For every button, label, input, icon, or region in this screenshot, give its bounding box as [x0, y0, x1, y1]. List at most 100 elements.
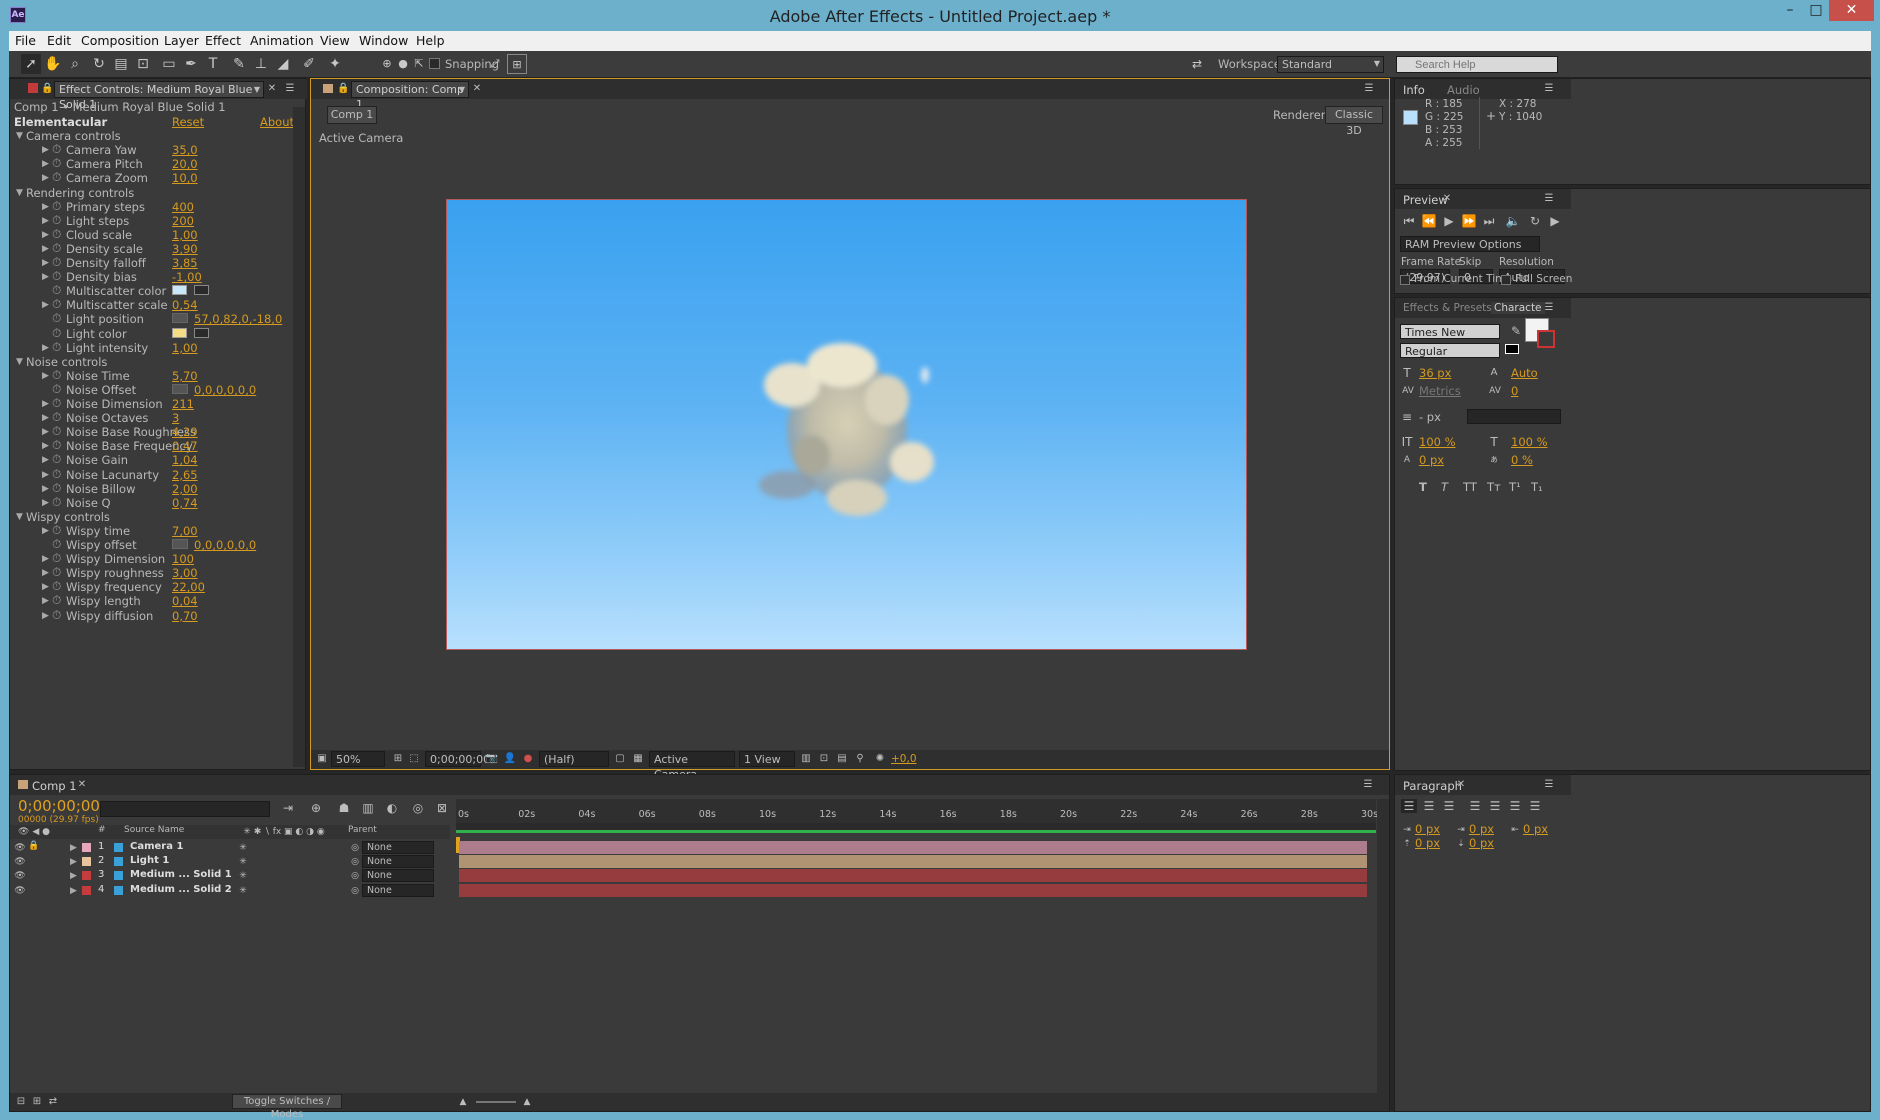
toggle-switches-modes-button[interactable]: Toggle Switches / Modes: [232, 1094, 342, 1120]
close-tab-icon[interactable]: ✕: [1441, 192, 1453, 206]
effect-reset-button[interactable]: Reset: [172, 115, 204, 129]
justify-right-icon[interactable]: ☰: [1507, 799, 1523, 813]
stopwatch-icon[interactable]: ⏱: [52, 382, 61, 397]
panel-menu-icon[interactable]: ☰: [1541, 82, 1557, 96]
motion-blur-icon[interactable]: ◐: [382, 801, 402, 815]
stroke-style-select[interactable]: [1467, 409, 1561, 424]
from-current-time-checkbox[interactable]: [1400, 275, 1410, 285]
expand-triangle-icon[interactable]: ▶: [42, 455, 49, 465]
renderer-button[interactable]: Classic 3D: [1325, 106, 1383, 137]
stopwatch-icon[interactable]: ⏱: [52, 579, 61, 594]
expand-triangle-icon[interactable]: ▶: [42, 413, 49, 423]
color-swatch[interactable]: [172, 285, 187, 296]
expand-triangle-icon[interactable]: ▶: [42, 582, 49, 592]
show-snapshot-icon[interactable]: 👤: [503, 752, 517, 766]
expand-triangle-icon[interactable]: ▶: [42, 300, 49, 310]
property-value[interactable]: 7,00: [172, 524, 198, 538]
panel-menu-icon[interactable]: ☰: [282, 82, 298, 96]
property-value[interactable]: 100: [172, 552, 194, 566]
fast-previews-icon[interactable]: ⊡: [817, 752, 831, 766]
stopwatch-icon[interactable]: ⏱: [52, 452, 61, 467]
comp-viewer-canvas[interactable]: [446, 199, 1247, 650]
expand-triangle-icon[interactable]: ▼: [16, 188, 23, 198]
baseline-shift-value[interactable]: 0 px: [1419, 453, 1444, 467]
effect-header[interactable]: Elementacular: [14, 115, 107, 129]
vertical-scale-value[interactable]: 100 %: [1419, 435, 1456, 449]
stopwatch-icon[interactable]: ⏱: [52, 481, 61, 496]
expand-triangle-icon[interactable]: ▼: [16, 512, 23, 522]
view-layout-select[interactable]: 1 View: [739, 751, 795, 767]
menu-help[interactable]: Help: [416, 33, 445, 48]
timeline-timecode[interactable]: 0;00;00;00: [18, 797, 100, 815]
eyedropper-icon[interactable]: [194, 327, 209, 338]
rectangle-tool-icon[interactable]: ▭: [159, 54, 179, 74]
group-1[interactable]: Rendering controls: [26, 186, 134, 200]
justify-left-icon[interactable]: ☰: [1467, 799, 1483, 813]
channel-icon[interactable]: ●: [521, 752, 535, 766]
sync-icon[interactable]: ⇄: [1187, 54, 1207, 74]
pan-behind-tool-icon[interactable]: ⊡: [133, 54, 153, 74]
column-source-name[interactable]: Source Name: [124, 825, 184, 835]
property-value[interactable]: 1,00: [172, 228, 198, 242]
faux-italic-button[interactable]: T: [1441, 480, 1448, 494]
justify-center-icon[interactable]: ☰: [1487, 799, 1503, 813]
panel-menu-icon[interactable]: ☰: [1361, 82, 1377, 96]
draft-3d-icon[interactable]: ⊕: [306, 801, 326, 815]
stopwatch-icon[interactable]: ⏱: [52, 523, 61, 538]
property-value[interactable]: 57,0,82,0,-18,0: [194, 312, 282, 326]
stopwatch-icon[interactable]: ⏱: [52, 326, 61, 341]
expand-triangle-icon[interactable]: ▶: [42, 554, 49, 564]
time-ruler[interactable]: 0s 02s 04s 06s 08s 10s 12s 14s 16s 18s 20s 22s 24s 26…: [456, 799, 1378, 823]
panel-menu-icon[interactable]: ☰: [1360, 778, 1376, 792]
minimize-button[interactable]: –: [1777, 0, 1803, 21]
layer-bar[interactable]: [459, 869, 1367, 883]
stopwatch-icon[interactable]: ⏱: [52, 537, 61, 552]
zoom-select[interactable]: 50%: [331, 751, 385, 767]
roto-brush-tool-icon[interactable]: ✐: [299, 54, 319, 74]
region-of-interest-icon[interactable]: ▢: [613, 752, 627, 766]
stroke-color-swatch[interactable]: [1537, 330, 1555, 348]
menu-view[interactable]: View: [320, 33, 350, 48]
zoom-in-icon[interactable]: ▲: [520, 1095, 534, 1109]
previous-frame-icon[interactable]: ⏪: [1421, 214, 1437, 228]
property-value[interactable]: 2,00: [172, 482, 198, 496]
exposure-icon[interactable]: ✺: [873, 752, 887, 766]
justify-all-icon[interactable]: ☰: [1527, 799, 1543, 813]
menu-animation[interactable]: Animation: [250, 33, 314, 48]
property-value[interactable]: 10,0: [172, 171, 198, 185]
flowchart-icon[interactable]: ⚲: [853, 752, 867, 766]
property-value[interactable]: 0,04: [172, 594, 198, 608]
layer-search-input[interactable]: [100, 801, 270, 817]
eraser-tool-icon[interactable]: ◢: [273, 54, 293, 74]
brush-tool-icon[interactable]: ✎: [229, 54, 249, 74]
camera-view-select[interactable]: Active Camera: [649, 751, 735, 781]
clone-stamp-tool-icon[interactable]: ⊥: [251, 54, 271, 74]
property-value[interactable]: 22,00: [172, 580, 205, 594]
stopwatch-icon[interactable]: ⏱: [52, 227, 61, 242]
expand-triangle-icon[interactable]: ▶: [42, 484, 49, 494]
resolution-select[interactable]: (Half): [539, 751, 609, 767]
maximize-button[interactable]: □: [1803, 0, 1829, 21]
menu-edit[interactable]: Edit: [47, 33, 71, 48]
eyedropper-icon[interactable]: [194, 285, 209, 296]
align-right-icon[interactable]: ☰: [1441, 799, 1457, 813]
stopwatch-icon[interactable]: ⏱: [52, 593, 61, 608]
layer-bar[interactable]: [459, 841, 1367, 854]
all-caps-button[interactable]: TT: [1463, 480, 1477, 494]
snapping-checkbox[interactable]: [429, 58, 440, 69]
expand-triangle-icon[interactable]: ▶: [42, 399, 49, 409]
expand-triangle-icon[interactable]: ▶: [42, 216, 49, 226]
ram-preview-options-select[interactable]: RAM Preview Options: [1400, 236, 1540, 252]
property-value[interactable]: 0,54: [172, 298, 198, 312]
toggle-in-out-icon[interactable]: ⇄: [46, 1095, 60, 1109]
menu-effect[interactable]: Effect: [205, 33, 241, 48]
point-crosshair-icon[interactable]: [172, 539, 188, 549]
full-screen-checkbox[interactable]: [1501, 275, 1511, 285]
kerning-value[interactable]: Metrics: [1419, 384, 1461, 398]
small-caps-button[interactable]: Tт: [1487, 480, 1501, 494]
lock-icon[interactable]: 🔒: [41, 82, 53, 96]
expand-triangle-icon[interactable]: ▶: [42, 202, 49, 212]
hand-tool-icon[interactable]: ✋: [43, 54, 63, 74]
property-value[interactable]: 5,70: [172, 369, 198, 383]
stopwatch-icon[interactable]: ⏱: [52, 396, 61, 411]
